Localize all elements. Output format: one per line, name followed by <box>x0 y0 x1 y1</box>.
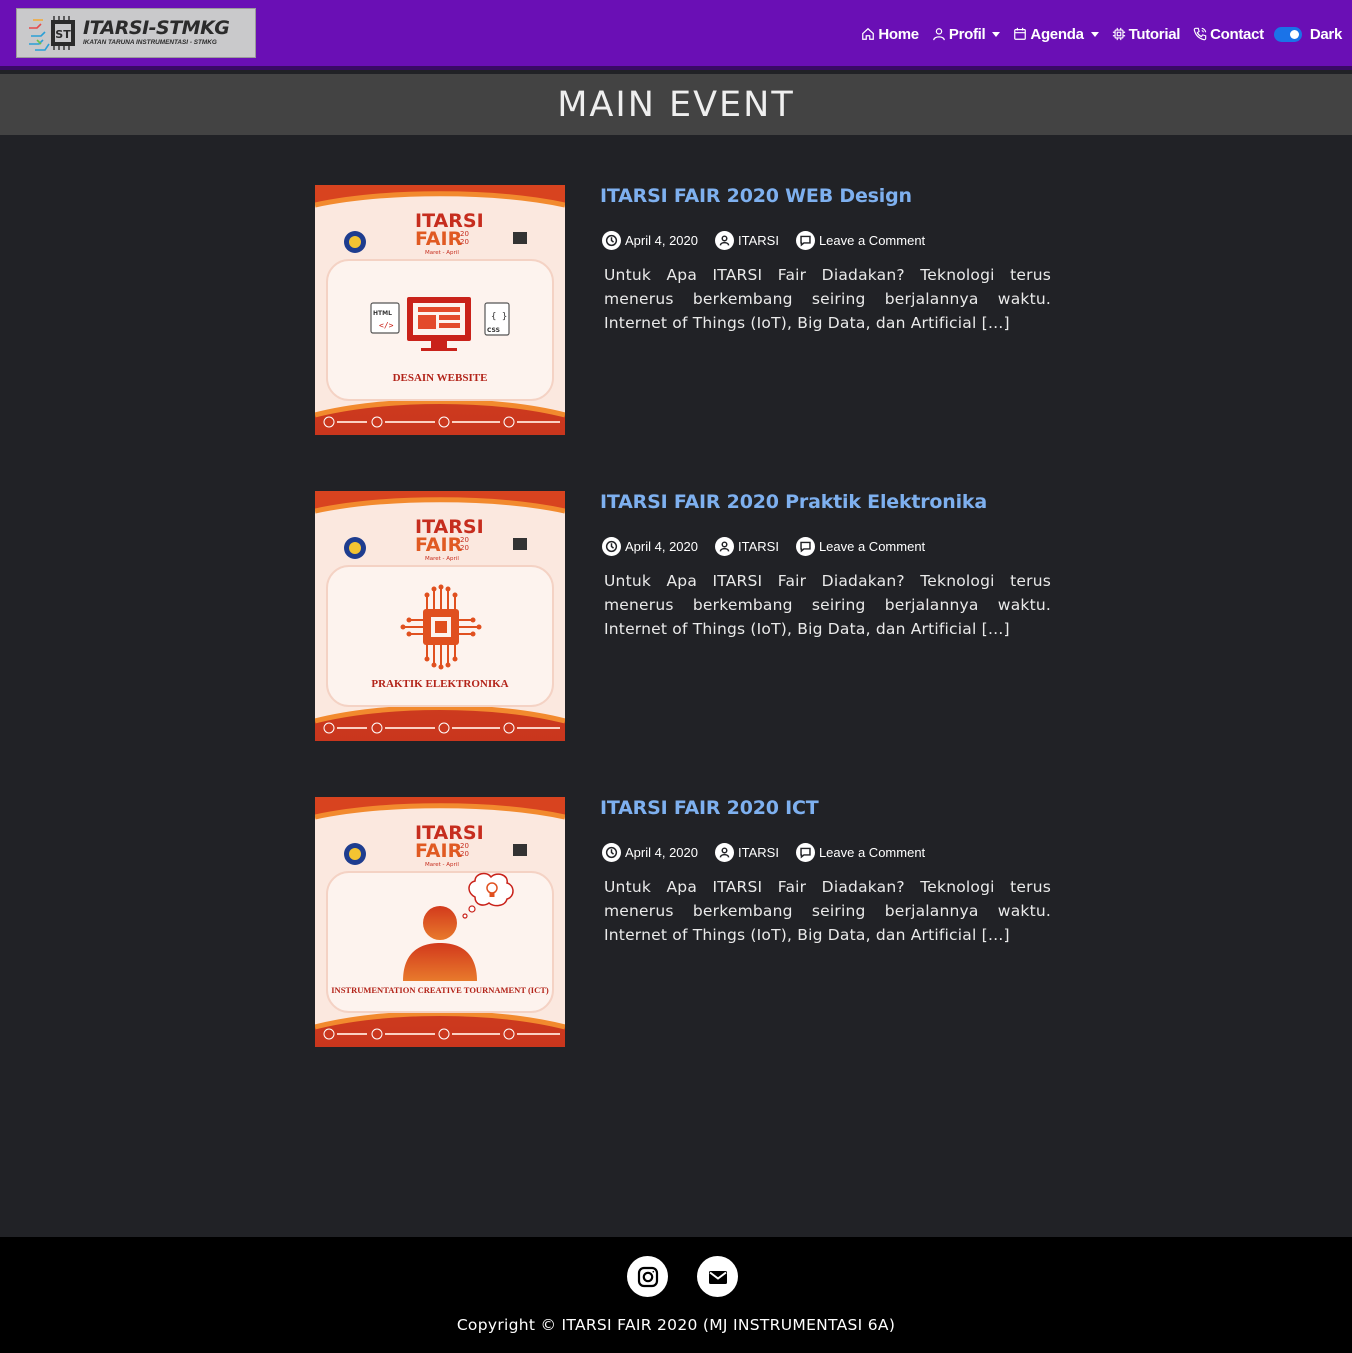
footer: Copyright © ITARSI FAIR 2020 (MJ INSTRUM… <box>0 1237 1352 1353</box>
post-date[interactable]: April 4, 2020 <box>602 537 698 556</box>
post-thumbnail[interactable]: ITARSI FAIR 20 20 Maret - April PRAKTIK … <box>315 491 565 741</box>
post-excerpt: Untuk Apa ITARSI Fair Diadakan? Teknolog… <box>604 878 1051 944</box>
nav-agenda[interactable]: Agenda <box>1013 25 1099 43</box>
post-card: ITARSI FAIR 20 20 Maret - April INSTRUME… <box>315 797 1055 1047</box>
nav-agenda-label: Agenda <box>1030 25 1084 43</box>
post-date-text: April 4, 2020 <box>625 845 698 860</box>
post-date[interactable]: April 4, 2020 <box>602 843 698 862</box>
author-icon <box>715 231 734 250</box>
author-icon <box>715 537 734 556</box>
page-header: MAIN EVENT <box>0 74 1352 135</box>
nav-home-label: Home <box>878 25 919 43</box>
thumb-fair: FAIR <box>415 228 463 250</box>
instagram-link[interactable] <box>627 1256 668 1297</box>
brand-logo[interactable]: ST ITARSI-STMKG IKATAN TARUNA INSTRUMENT… <box>16 8 256 58</box>
post-comments[interactable]: Leave a Comment <box>795 231 926 250</box>
thumb-period: Maret - April <box>425 862 459 868</box>
thumb-year-top: 20 <box>460 842 469 850</box>
calendar-icon <box>1014 27 1027 40</box>
post-title-link[interactable]: ITARSI FAIR 2020 Praktik Elektronika <box>600 491 987 513</box>
copyright-text: Copyright © ITARSI FAIR 2020 (MJ INSTRUM… <box>456 1316 896 1334</box>
cpu-icon <box>1112 27 1125 41</box>
post-meta: April 4, 2020 ITARSI Leave a Comment <box>602 843 942 862</box>
post-date-text: April 4, 2020 <box>625 539 698 554</box>
nav-tutorial-label: Tutorial <box>1128 25 1181 43</box>
post-thumbnail[interactable]: ITARSI FAIR 20 20 Maret - April INSTRUME… <box>315 797 565 1047</box>
comment-icon <box>795 537 815 556</box>
nav-tutorial[interactable]: Tutorial <box>1112 26 1180 43</box>
thumb-year-bottom: 20 <box>460 238 469 246</box>
author-icon <box>715 843 734 862</box>
nav-profil-label: Profil <box>948 25 986 43</box>
thumb-year-bottom: 20 <box>460 850 469 858</box>
thumb-caption: DESAIN WEBSITE <box>393 372 488 384</box>
brand-subtitle: IKATAN TARUNA INSTRUMENTASI - STMKG <box>83 39 217 47</box>
thumb-caption: PRAKTIK ELEKTRONIKA <box>371 678 508 690</box>
brand-title: ITARSI-STMKG <box>83 17 230 40</box>
post-title-link[interactable]: ITARSI FAIR 2020 ICT <box>600 797 819 819</box>
post-thumbnail[interactable]: ITARSI FAIR 20 20 Maret - April HTML </>… <box>315 185 565 435</box>
chip-logo-icon: ST <box>27 14 79 52</box>
instagram-icon <box>637 1266 658 1287</box>
post-author[interactable]: ITARSI <box>715 537 779 556</box>
post-author-text: ITARSI <box>738 539 779 554</box>
comment-icon <box>795 843 815 862</box>
nav-home[interactable]: Home <box>861 25 919 43</box>
post-author-text: ITARSI <box>738 845 779 860</box>
post-author-text: ITARSI <box>738 233 779 248</box>
post-card: ITARSI FAIR 20 20 Maret - April HTML </>… <box>315 185 1055 435</box>
post-excerpt: Untuk Apa ITARSI Fair Diadakan? Teknolog… <box>604 572 1051 638</box>
thumb-year-top: 20 <box>460 230 469 238</box>
post-author[interactable]: ITARSI <box>715 843 779 862</box>
thumb-year-top: 20 <box>460 536 469 544</box>
clock-icon <box>602 537 621 556</box>
comment-icon <box>795 231 815 250</box>
post-comments[interactable]: Leave a Comment <box>795 843 926 862</box>
post-title-link[interactable]: ITARSI FAIR 2020 WEB Design <box>600 185 912 207</box>
home-icon <box>862 27 875 40</box>
phone-icon <box>1193 27 1207 41</box>
dark-mode-toggle[interactable] <box>1273 26 1302 42</box>
user-icon <box>932 28 945 41</box>
navbar: ST ITARSI-STMKG IKATAN TARUNA INSTRUMENT… <box>0 0 1352 70</box>
post-date-text: April 4, 2020 <box>625 233 698 248</box>
post-meta: April 4, 2020 ITARSI Leave a Comment <box>602 231 942 250</box>
post-date[interactable]: April 4, 2020 <box>602 231 698 250</box>
post-excerpt: Untuk Apa ITARSI Fair Diadakan? Teknolog… <box>604 266 1051 332</box>
post-comments[interactable]: Leave a Comment <box>795 537 926 556</box>
post-comments-text: Leave a Comment <box>818 845 926 860</box>
thumb-html-tag: HTML <box>373 310 392 317</box>
svg-text:ST: ST <box>55 28 71 41</box>
page-title: MAIN EVENT <box>557 84 795 125</box>
post-comments-text: Leave a Comment <box>818 233 926 248</box>
nav-contact-label: Contact <box>1210 25 1264 43</box>
post-card: ITARSI FAIR 20 20 Maret - April PRAKTIK … <box>315 491 1055 741</box>
email-link[interactable] <box>697 1256 738 1297</box>
thumb-period: Maret - April <box>425 556 459 562</box>
clock-icon <box>602 843 621 862</box>
nav-contact[interactable]: Contact <box>1193 26 1264 43</box>
thumb-caption: INSTRUMENTATION CREATIVE TOURNAMENT (ICT… <box>331 985 549 995</box>
main-nav: Home Profil Agenda Tutorial Contact Dark <box>848 0 1342 68</box>
post-author[interactable]: ITARSI <box>715 231 779 250</box>
thumb-fair: FAIR <box>415 840 463 862</box>
thumb-year-bottom: 20 <box>460 544 469 552</box>
chevron-down-icon <box>992 31 1001 37</box>
clock-icon <box>602 231 621 250</box>
toggle-knob <box>1289 29 1299 39</box>
svg-text:</>: </> <box>379 321 394 330</box>
svg-text:{ }: { } <box>491 312 507 322</box>
dark-mode-label[interactable]: Dark <box>1310 26 1342 43</box>
thumb-fair: FAIR <box>415 534 463 556</box>
thumb-period: Maret - April <box>425 250 459 256</box>
mail-icon <box>708 1270 727 1284</box>
chevron-down-icon <box>1090 31 1099 37</box>
nav-profil[interactable]: Profil <box>932 26 1001 43</box>
post-meta: April 4, 2020 ITARSI Leave a Comment <box>602 537 942 556</box>
thumb-css-tag: CSS <box>487 327 500 334</box>
post-comments-text: Leave a Comment <box>818 539 926 554</box>
